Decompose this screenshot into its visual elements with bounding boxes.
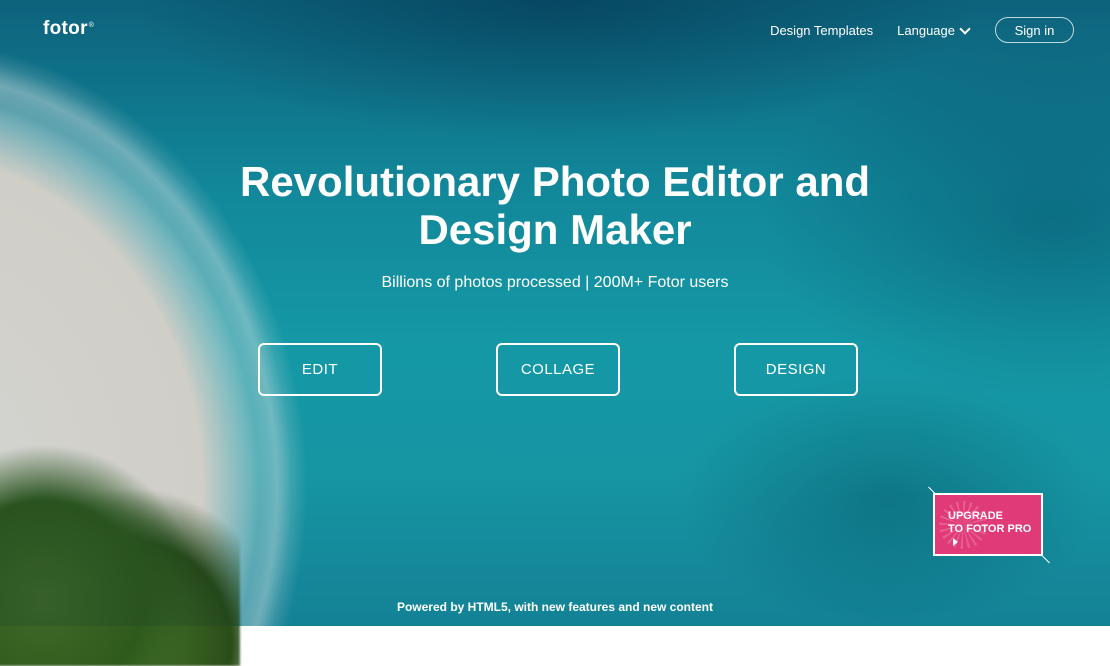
- language-label: Language: [897, 22, 955, 38]
- edit-button[interactable]: EDIT: [258, 343, 382, 396]
- subtitle: Billions of photos processed | 200M+ Fot…: [381, 274, 729, 291]
- play-arrow-icon: [953, 538, 958, 547]
- headline-line-2: Design Maker: [418, 206, 692, 253]
- upgrade-text: UPGRADE TO FOTOR PRO: [948, 510, 1041, 549]
- chevron-down-icon: [959, 22, 971, 35]
- logo-text: fotor: [43, 18, 88, 39]
- upgrade-line-2: TO FOTOR PRO: [948, 523, 1032, 535]
- sign-in-button[interactable]: Sign in: [995, 17, 1074, 43]
- page-title: Revolutionary Photo Editor and Design Ma…: [0, 158, 1110, 254]
- nav-design-templates[interactable]: Design Templates: [770, 23, 873, 38]
- collage-button[interactable]: COLLAGE: [496, 343, 620, 396]
- design-button[interactable]: DESIGN: [734, 343, 858, 396]
- fotor-logo[interactable]: fotor®: [43, 18, 94, 40]
- language-dropdown[interactable]: Language: [897, 22, 971, 38]
- headline-line-1: Revolutionary Photo Editor and: [239, 158, 871, 205]
- registered-mark: ®: [88, 21, 95, 29]
- upgrade-line-1: UPGRADE: [948, 510, 1004, 522]
- top-nav: Design Templates Language Sign in: [770, 17, 1074, 43]
- footer-text: Powered by HTML5, with new features and …: [396, 600, 714, 614]
- upgrade-pro-badge[interactable]: UPGRADE TO FOTOR PRO: [933, 493, 1043, 556]
